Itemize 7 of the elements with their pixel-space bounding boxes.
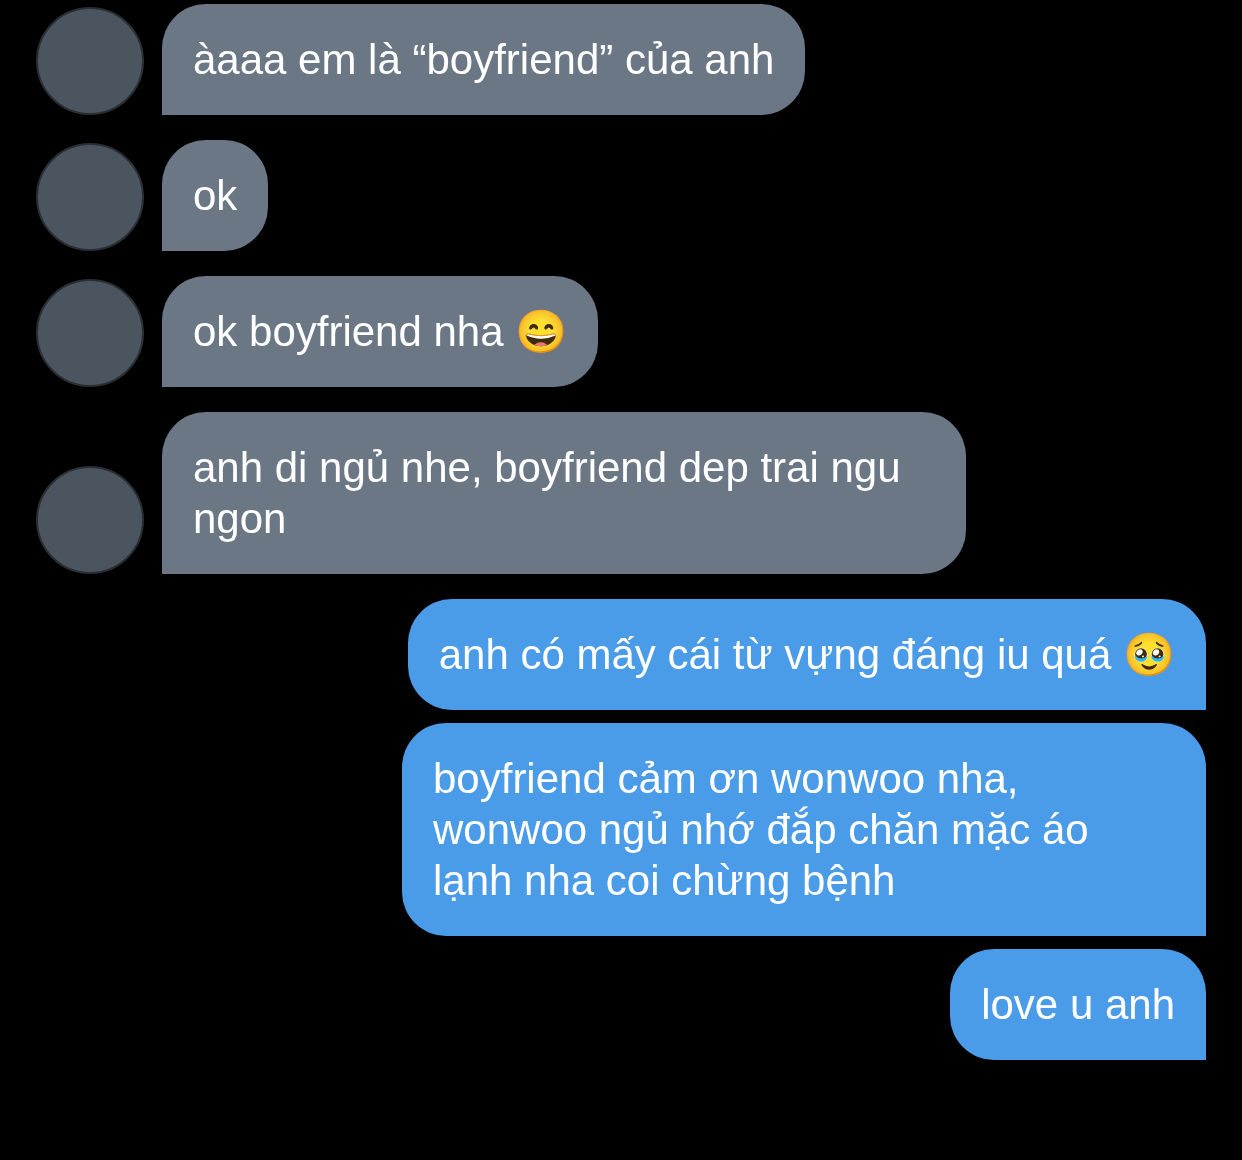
sent-message-bubble: boyfriend cảm ơn wonwoo nha, wonwoo ngủ nhớ đắp chăn mặc áo lạnh nha coi chừng bệnh xyxy=(402,723,1206,936)
sent-message-bubble: love u anh xyxy=(950,949,1206,1060)
received-message-bubble: ok xyxy=(162,140,269,251)
received-message-bubble: ok boyfriend nha 😄 xyxy=(162,276,599,387)
received-message-bubble: anh di ngủ nhe, boyfriend dep trai ngu ngon xyxy=(162,412,966,574)
sent-message-bubble: anh có mấy cái từ vựng đáng iu quá 🥹 xyxy=(407,599,1206,710)
received-message-bubble: àaaa em là “boyfriend” của anh xyxy=(162,4,806,115)
